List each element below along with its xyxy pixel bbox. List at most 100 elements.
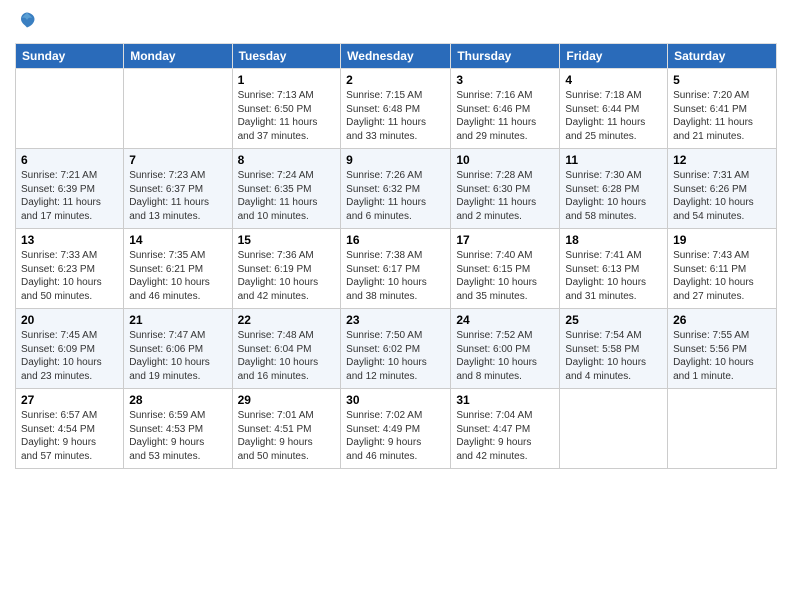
calendar-table: SundayMondayTuesdayWednesdayThursdayFrid… — [15, 43, 777, 469]
calendar-cell: 26 Sunrise: 7:55 AMSunset: 5:56 PMDayligh… — [668, 309, 777, 389]
calendar-cell — [16, 69, 124, 149]
day-info: Sunrise: 7:45 AMSunset: 6:09 PMDaylight:… — [21, 329, 118, 383]
day-number: 30 — [346, 393, 445, 407]
day-number: 7 — [129, 153, 226, 167]
day-info: Sunrise: 7:04 AMSunset: 4:47 PMDaylight:… — [456, 409, 554, 463]
calendar-cell: 12 Sunrise: 7:31 AMSunset: 6:26 PMDayligh… — [668, 149, 777, 229]
header — [15, 10, 777, 35]
day-info: Sunrise: 7:41 AMSunset: 6:13 PMDaylight:… — [565, 249, 662, 303]
day-number: 12 — [673, 153, 771, 167]
calendar-cell: 28 Sunrise: 6:59 AMSunset: 4:53 PMDayligh… — [124, 389, 232, 469]
day-info: Sunrise: 7:28 AMSunset: 6:30 PMDaylight:… — [456, 169, 554, 223]
day-info: Sunrise: 7:13 AMSunset: 6:50 PMDaylight:… — [238, 89, 336, 143]
calendar-cell: 29Sunrise: 7:01 AMSunset: 4:51 PMDayligh… — [232, 389, 341, 469]
weekday-row: SundayMondayTuesdayWednesdayThursdayFrid… — [16, 44, 777, 69]
day-info: Sunrise: 7:20 AMSunset: 6:41 PMDaylight:… — [673, 89, 771, 143]
calendar-cell: 6Sunrise: 7:21 AMSunset: 6:39 PMDaylight… — [16, 149, 124, 229]
day-number: 25 — [565, 313, 662, 327]
calendar-cell — [668, 389, 777, 469]
calendar-cell: 23 Sunrise: 7:50 AMSunset: 6:02 PMDayligh… — [341, 309, 451, 389]
day-number: 17 — [456, 233, 554, 247]
weekday-header-tuesday: Tuesday — [232, 44, 341, 69]
day-info: Sunrise: 7:31 AMSunset: 6:26 PMDaylight:… — [673, 169, 771, 223]
day-number: 19 — [673, 233, 771, 247]
calendar-cell — [560, 389, 668, 469]
day-number: 18 — [565, 233, 662, 247]
day-number: 14 — [129, 233, 226, 247]
logo-bird-icon — [17, 10, 37, 30]
day-number: 23 — [346, 313, 445, 327]
calendar-week-4: 20Sunrise: 7:45 AMSunset: 6:09 PMDayligh… — [16, 309, 777, 389]
calendar-cell: 1 Sunrise: 7:13 AMSunset: 6:50 PMDaylight… — [232, 69, 341, 149]
calendar-week-5: 27Sunrise: 6:57 AMSunset: 4:54 PMDayligh… — [16, 389, 777, 469]
day-info: Sunrise: 7:35 AMSunset: 6:21 PMDaylight:… — [129, 249, 226, 303]
day-info: Sunrise: 7:16 AMSunset: 6:46 PMDaylight:… — [456, 89, 554, 143]
calendar-cell: 17 Sunrise: 7:40 AMSunset: 6:15 PMDayligh… — [451, 229, 560, 309]
calendar-cell: 24Sunrise: 7:52 AMSunset: 6:00 PMDayligh… — [451, 309, 560, 389]
logo — [15, 10, 39, 35]
day-number: 15 — [238, 233, 336, 247]
weekday-header-saturday: Saturday — [668, 44, 777, 69]
weekday-header-sunday: Sunday — [16, 44, 124, 69]
calendar-cell: 22 Sunrise: 7:48 AMSunset: 6:04 PMDayligh… — [232, 309, 341, 389]
day-number: 26 — [673, 313, 771, 327]
day-number: 24 — [456, 313, 554, 327]
day-number: 3 — [456, 73, 554, 87]
day-info: Sunrise: 7:30 AMSunset: 6:28 PMDaylight:… — [565, 169, 662, 223]
calendar-week-2: 6Sunrise: 7:21 AMSunset: 6:39 PMDaylight… — [16, 149, 777, 229]
calendar-cell: 16Sunrise: 7:38 AMSunset: 6:17 PMDayligh… — [341, 229, 451, 309]
day-info: Sunrise: 7:24 AMSunset: 6:35 PMDaylight:… — [238, 169, 336, 223]
calendar-cell: 7 Sunrise: 7:23 AMSunset: 6:37 PMDaylight… — [124, 149, 232, 229]
day-number: 11 — [565, 153, 662, 167]
day-info: Sunrise: 7:54 AMSunset: 5:58 PMDaylight:… — [565, 329, 662, 383]
day-info: Sunrise: 7:33 AMSunset: 6:23 PMDaylight:… — [21, 249, 118, 303]
calendar-cell: 10 Sunrise: 7:28 AMSunset: 6:30 PMDayligh… — [451, 149, 560, 229]
day-number: 2 — [346, 73, 445, 87]
day-info: Sunrise: 6:57 AMSunset: 4:54 PMDaylight:… — [21, 409, 118, 463]
weekday-header-wednesday: Wednesday — [341, 44, 451, 69]
calendar-cell: 11 Sunrise: 7:30 AMSunset: 6:28 PMDayligh… — [560, 149, 668, 229]
day-info: Sunrise: 7:47 AMSunset: 6:06 PMDaylight:… — [129, 329, 226, 383]
calendar-cell: 31 Sunrise: 7:04 AMSunset: 4:47 PMDayligh… — [451, 389, 560, 469]
day-info: Sunrise: 6:59 AMSunset: 4:53 PMDaylight:… — [129, 409, 226, 463]
day-info: Sunrise: 7:40 AMSunset: 6:15 PMDaylight:… — [456, 249, 554, 303]
day-info: Sunrise: 7:48 AMSunset: 6:04 PMDaylight:… — [238, 329, 336, 383]
day-number: 28 — [129, 393, 226, 407]
weekday-header-monday: Monday — [124, 44, 232, 69]
day-number: 6 — [21, 153, 118, 167]
day-info: Sunrise: 7:55 AMSunset: 5:56 PMDaylight:… — [673, 329, 771, 383]
calendar-cell: 25 Sunrise: 7:54 AMSunset: 5:58 PMDayligh… — [560, 309, 668, 389]
day-info: Sunrise: 7:01 AMSunset: 4:51 PMDaylight:… — [238, 409, 336, 463]
calendar-cell: 14 Sunrise: 7:35 AMSunset: 6:21 PMDayligh… — [124, 229, 232, 309]
day-number: 10 — [456, 153, 554, 167]
calendar-cell: 19 Sunrise: 7:43 AMSunset: 6:11 PMDayligh… — [668, 229, 777, 309]
calendar-cell: 13 Sunrise: 7:33 AMSunset: 6:23 PMDayligh… — [16, 229, 124, 309]
day-number: 5 — [673, 73, 771, 87]
calendar-cell: 15 Sunrise: 7:36 AMSunset: 6:19 PMDayligh… — [232, 229, 341, 309]
day-info: Sunrise: 7:23 AMSunset: 6:37 PMDaylight:… — [129, 169, 226, 223]
calendar-week-3: 13 Sunrise: 7:33 AMSunset: 6:23 PMDayligh… — [16, 229, 777, 309]
day-number: 13 — [21, 233, 118, 247]
calendar-week-1: 1 Sunrise: 7:13 AMSunset: 6:50 PMDaylight… — [16, 69, 777, 149]
day-info: Sunrise: 7:50 AMSunset: 6:02 PMDaylight:… — [346, 329, 445, 383]
calendar-cell: 18 Sunrise: 7:41 AMSunset: 6:13 PMDayligh… — [560, 229, 668, 309]
calendar-cell: 8Sunrise: 7:24 AMSunset: 6:35 PMDaylight… — [232, 149, 341, 229]
calendar-cell: 9Sunrise: 7:26 AMSunset: 6:32 PMDaylight… — [341, 149, 451, 229]
calendar-header: SundayMondayTuesdayWednesdayThursdayFrid… — [16, 44, 777, 69]
day-info: Sunrise: 7:43 AMSunset: 6:11 PMDaylight:… — [673, 249, 771, 303]
day-number: 31 — [456, 393, 554, 407]
calendar-cell: 30Sunrise: 7:02 AMSunset: 4:49 PMDayligh… — [341, 389, 451, 469]
day-info: Sunrise: 7:15 AMSunset: 6:48 PMDaylight:… — [346, 89, 445, 143]
day-number: 22 — [238, 313, 336, 327]
day-number: 4 — [565, 73, 662, 87]
day-number: 21 — [129, 313, 226, 327]
day-info: Sunrise: 7:26 AMSunset: 6:32 PMDaylight:… — [346, 169, 445, 223]
calendar-cell: 5 Sunrise: 7:20 AMSunset: 6:41 PMDaylight… — [668, 69, 777, 149]
day-info: Sunrise: 7:36 AMSunset: 6:19 PMDaylight:… — [238, 249, 336, 303]
calendar-cell: 4 Sunrise: 7:18 AMSunset: 6:44 PMDaylight… — [560, 69, 668, 149]
calendar-cell: 3 Sunrise: 7:16 AMSunset: 6:46 PMDaylight… — [451, 69, 560, 149]
day-info: Sunrise: 7:18 AMSunset: 6:44 PMDaylight:… — [565, 89, 662, 143]
calendar-cell: 20Sunrise: 7:45 AMSunset: 6:09 PMDayligh… — [16, 309, 124, 389]
day-number: 1 — [238, 73, 336, 87]
calendar-cell: 21 Sunrise: 7:47 AMSunset: 6:06 PMDayligh… — [124, 309, 232, 389]
